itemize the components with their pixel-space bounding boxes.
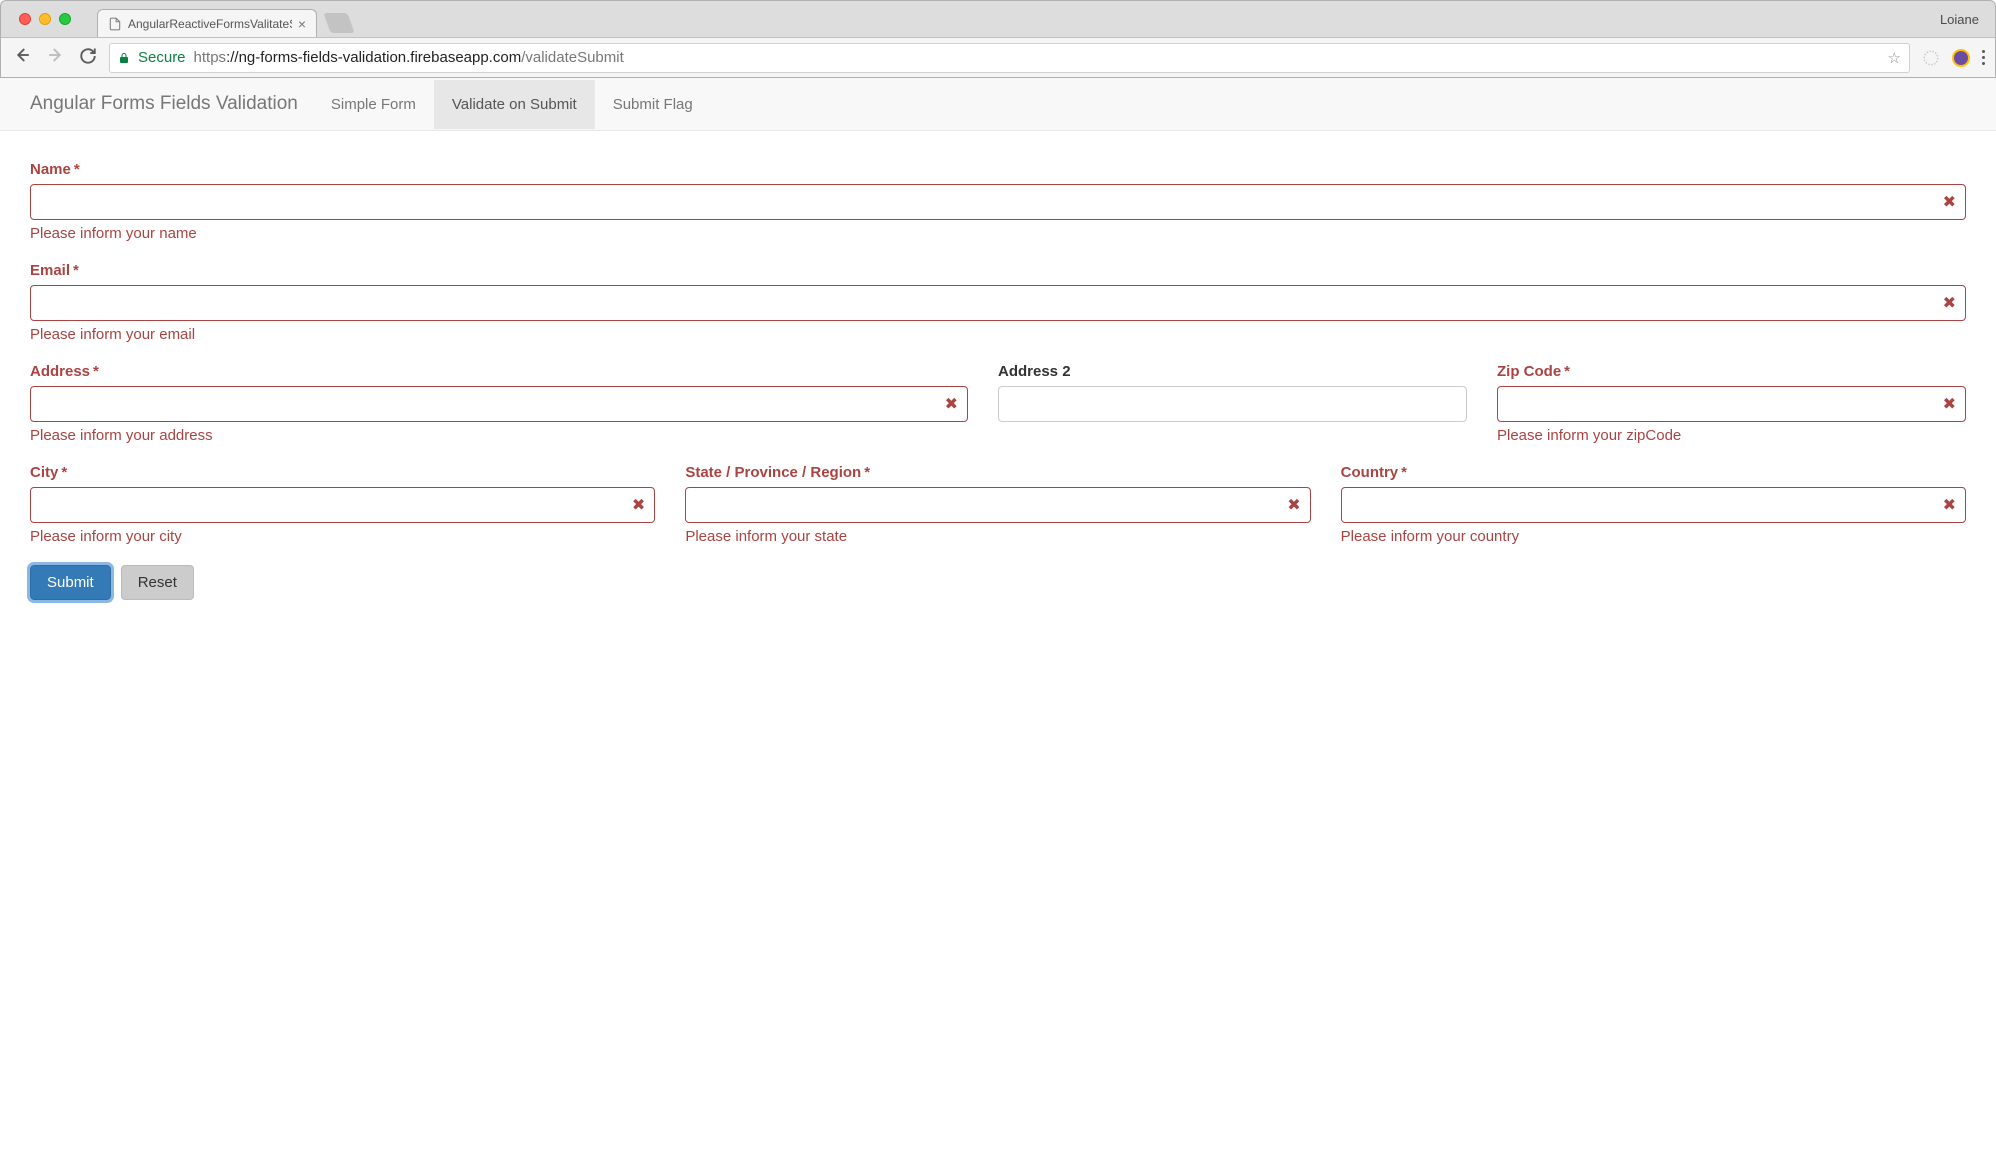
address2-input[interactable] bbox=[998, 386, 1467, 422]
required-star: * bbox=[61, 464, 67, 481]
address2-group: Address 2 bbox=[998, 363, 1467, 444]
city-label: City* bbox=[30, 464, 655, 481]
app-navbar: Angular Forms Fields Validation Simple F… bbox=[0, 78, 1996, 131]
file-icon bbox=[108, 17, 122, 31]
error-icon: ✖ bbox=[1943, 192, 1956, 212]
city-error: Please inform your city bbox=[30, 528, 655, 545]
email-input[interactable] bbox=[30, 285, 1966, 321]
error-icon: ✖ bbox=[1943, 293, 1956, 313]
state-label: State / Province / Region* bbox=[685, 464, 1310, 481]
tab-title: AngularReactiveFormsValitateS bbox=[128, 17, 292, 31]
address2-label: Address 2 bbox=[998, 363, 1467, 380]
window-controls bbox=[11, 1, 79, 37]
back-button[interactable] bbox=[11, 46, 33, 70]
bookmark-star-icon[interactable]: ☆ bbox=[1888, 49, 1901, 67]
browser-tab[interactable]: AngularReactiveFormsValitateS × bbox=[97, 9, 317, 37]
nav-simple-form[interactable]: Simple Form bbox=[313, 80, 434, 129]
country-group: Country* ✖ Please inform your country bbox=[1341, 464, 1966, 545]
name-error: Please inform your name bbox=[30, 225, 1966, 242]
tab-strip: AngularReactiveFormsValitateS × Loiane bbox=[1, 1, 1995, 37]
close-tab-icon[interactable]: × bbox=[298, 16, 306, 32]
minimize-window-button[interactable] bbox=[39, 13, 51, 25]
close-window-button[interactable] bbox=[19, 13, 31, 25]
zipcode-label: Zip Code* bbox=[1497, 363, 1966, 380]
country-error: Please inform your country bbox=[1341, 528, 1966, 545]
city-group: City* ✖ Please inform your city bbox=[30, 464, 655, 545]
required-star: * bbox=[93, 363, 99, 380]
required-star: * bbox=[864, 464, 870, 481]
address-input[interactable] bbox=[30, 386, 968, 422]
error-icon: ✖ bbox=[1287, 495, 1300, 515]
address-bar[interactable]: Secure https://ng-forms-fields-validatio… bbox=[109, 43, 1910, 73]
new-tab-button[interactable] bbox=[323, 13, 354, 33]
country-label: Country* bbox=[1341, 464, 1966, 481]
name-label: Name* bbox=[30, 161, 1966, 178]
address-label: Address* bbox=[30, 363, 968, 380]
secure-label: Secure bbox=[138, 49, 186, 66]
country-input[interactable] bbox=[1341, 487, 1966, 523]
required-star: * bbox=[73, 262, 79, 279]
error-icon: ✖ bbox=[1943, 495, 1956, 515]
state-error: Please inform your state bbox=[685, 528, 1310, 545]
email-error: Please inform your email bbox=[30, 326, 1966, 343]
error-icon: ✖ bbox=[1943, 394, 1956, 414]
maximize-window-button[interactable] bbox=[59, 13, 71, 25]
url-text: https://ng-forms-fields-validation.fireb… bbox=[194, 49, 624, 66]
state-input[interactable] bbox=[685, 487, 1310, 523]
browser-menu-button[interactable] bbox=[1982, 50, 1985, 65]
profile-name[interactable]: Loiane bbox=[1940, 12, 1985, 27]
reset-button[interactable]: Reset bbox=[121, 565, 194, 600]
email-label: Email* bbox=[30, 262, 1966, 279]
submit-button[interactable]: Submit bbox=[30, 565, 111, 600]
reload-button[interactable] bbox=[79, 47, 97, 68]
name-group: Name* ✖ Please inform your name bbox=[30, 161, 1966, 242]
name-input[interactable] bbox=[30, 184, 1966, 220]
browser-toolbar: Secure https://ng-forms-fields-validatio… bbox=[1, 37, 1995, 77]
button-row: Submit Reset bbox=[30, 565, 1966, 600]
address-error: Please inform your address bbox=[30, 427, 968, 444]
address-group: Address* ✖ Please inform your address bbox=[30, 363, 968, 444]
form-container: Name* ✖ Please inform your name Email* ✖… bbox=[0, 131, 1996, 630]
zipcode-error: Please inform your zipCode bbox=[1497, 427, 1966, 444]
navbar-brand[interactable]: Angular Forms Fields Validation bbox=[15, 78, 313, 130]
state-group: State / Province / Region* ✖ Please info… bbox=[685, 464, 1310, 545]
city-input[interactable] bbox=[30, 487, 655, 523]
nav-submit-flag[interactable]: Submit Flag bbox=[595, 80, 711, 129]
email-group: Email* ✖ Please inform your email bbox=[30, 262, 1966, 343]
nav-validate-on-submit[interactable]: Validate on Submit bbox=[434, 80, 595, 129]
extension-icon[interactable] bbox=[1922, 49, 1940, 67]
zipcode-group: Zip Code* ✖ Please inform your zipCode bbox=[1497, 363, 1966, 444]
required-star: * bbox=[74, 161, 80, 178]
forward-button[interactable] bbox=[45, 46, 67, 70]
required-star: * bbox=[1564, 363, 1570, 380]
lock-icon bbox=[118, 51, 130, 65]
error-icon: ✖ bbox=[945, 394, 958, 414]
browser-chrome: AngularReactiveFormsValitateS × Loiane S… bbox=[0, 0, 1996, 78]
moon-extension-icon[interactable] bbox=[1952, 49, 1970, 67]
zipcode-input[interactable] bbox=[1497, 386, 1966, 422]
required-star: * bbox=[1401, 464, 1407, 481]
error-icon: ✖ bbox=[632, 495, 645, 515]
